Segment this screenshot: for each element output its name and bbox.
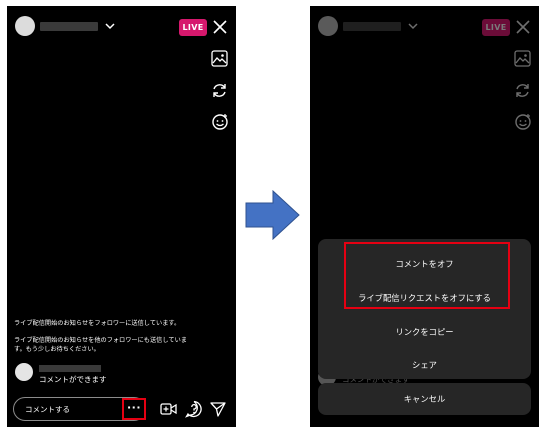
right-arrow-icon xyxy=(245,190,300,240)
close-icon xyxy=(516,20,530,34)
live-badge: LIVE xyxy=(482,19,510,36)
chevron-down-icon[interactable] xyxy=(105,23,115,30)
highlight-box xyxy=(344,242,510,309)
copy-link-option[interactable]: リンクをコピー xyxy=(318,326,531,338)
live-badge: LIVE xyxy=(179,19,207,36)
username-redacted xyxy=(343,22,401,31)
avatar[interactable] xyxy=(15,16,35,36)
comment-username-redacted xyxy=(39,365,101,372)
notice-text-3: す。もう少しお待ちください。 xyxy=(14,346,100,353)
question-icon[interactable] xyxy=(185,400,203,418)
username-redacted xyxy=(40,22,98,31)
right-phone-screen: LIVE コメントができます コメントをオフ ライブ配信リクエストをオフにする … xyxy=(310,6,539,427)
face-effects-icon[interactable] xyxy=(211,113,229,131)
add-video-icon[interactable] xyxy=(160,402,177,416)
share-option[interactable]: シェア xyxy=(318,359,531,371)
more-options-button[interactable]: ··· xyxy=(122,398,146,420)
image-icon xyxy=(514,50,531,67)
notice-text-1: ライブ配信開始のお知らせをフォロワーに送信しています。 xyxy=(14,320,181,327)
close-icon[interactable] xyxy=(213,20,227,34)
left-phone-screen: LIVE ライブ配信開始のお知らせをフォロワーに送信しています。 ライブ配信開始… xyxy=(7,6,236,427)
flip-camera-icon xyxy=(514,82,531,99)
notice-text-2: ライブ配信開始のお知らせを他のフォロワーにも送信していま xyxy=(14,337,187,344)
comment-avatar xyxy=(15,363,33,381)
face-effects-icon xyxy=(514,113,532,131)
send-icon[interactable] xyxy=(210,401,226,417)
image-icon[interactable] xyxy=(211,50,228,67)
cancel-button[interactable]: キャンセル xyxy=(318,383,531,415)
avatar xyxy=(318,16,338,36)
comment-placeholder: コメントする xyxy=(25,405,70,414)
chevron-down-icon xyxy=(408,23,418,30)
comment-status: コメントができます xyxy=(39,375,107,384)
flip-camera-icon[interactable] xyxy=(211,82,228,99)
